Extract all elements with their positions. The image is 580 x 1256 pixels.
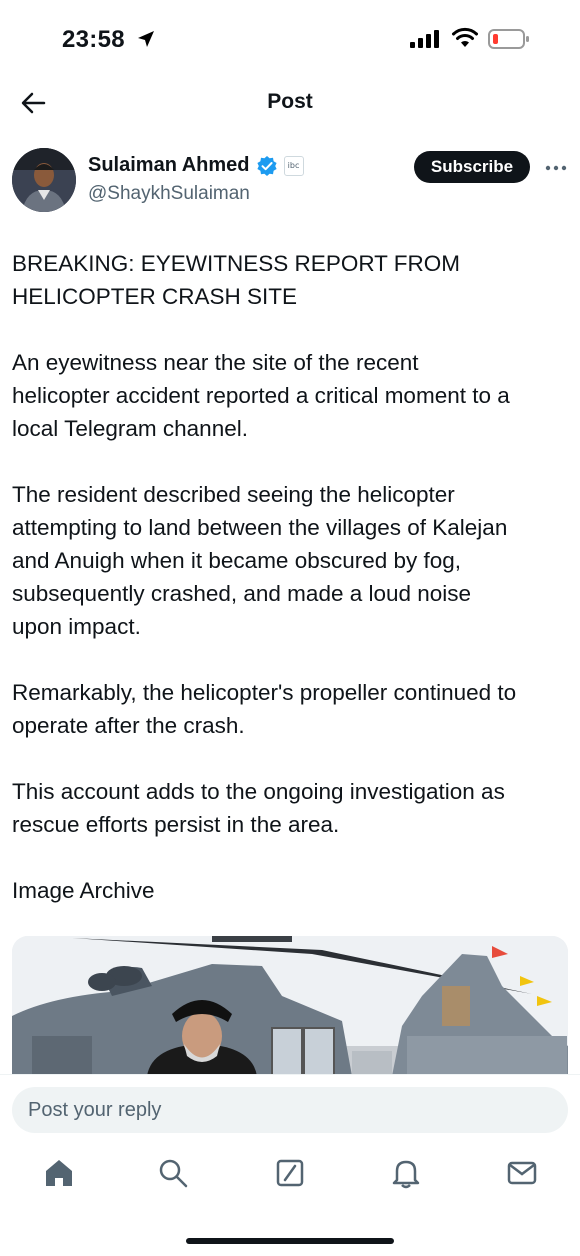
messages-icon[interactable] (505, 1156, 539, 1190)
bottom-nav (0, 1144, 580, 1204)
battery-icon (488, 29, 529, 49)
grok-icon[interactable] (273, 1156, 307, 1190)
post-image[interactable] (12, 936, 568, 1076)
more-options-icon[interactable] (544, 164, 568, 172)
post-paragraph: Remarkably, the helicopter's propeller c… (12, 680, 517, 738)
verified-badge-icon[interactable] (256, 155, 278, 177)
post-text: BREAKING: EYEWITNESS REPORT FROM HELICOP… (12, 247, 572, 940)
helicopter-photo (12, 936, 568, 1076)
home-indicator (186, 1238, 394, 1244)
home-icon[interactable] (42, 1156, 76, 1190)
post-paragraph: The resident described seeing the helico… (12, 482, 508, 639)
wifi-icon (452, 27, 478, 47)
post-paragraph: This account adds to the ongoing investi… (12, 779, 505, 837)
status-bar: 23:58 (0, 0, 580, 80)
subscribe-button[interactable]: Subscribe (414, 151, 530, 183)
post-author: Sulaiman Ahmed ibc @ShaykhSulaiman Subsc… (0, 146, 580, 216)
affiliate-badge[interactable]: ibc (283, 155, 304, 176)
search-icon[interactable] (156, 1156, 190, 1190)
post-header: Post (0, 80, 580, 126)
post-paragraph: An eyewitness near the site of the recen… (12, 350, 510, 441)
status-time: 23:58 (62, 26, 125, 53)
reply-input[interactable] (12, 1087, 568, 1133)
display-name[interactable]: Sulaiman Ahmed (88, 154, 250, 177)
post-paragraph: BREAKING: EYEWITNESS REPORT FROM HELICOP… (12, 251, 460, 309)
user-handle[interactable]: @ShaykhSulaiman (88, 183, 250, 205)
notifications-icon[interactable] (389, 1156, 423, 1190)
avatar[interactable] (12, 148, 76, 212)
display-name-row: Sulaiman Ahmed ibc (88, 154, 304, 177)
page-title: Post (267, 90, 313, 113)
post-paragraph: Image Archive (12, 878, 155, 903)
location-arrow-icon (138, 31, 154, 47)
avatar-image (12, 148, 76, 212)
cellular-signal-icon (410, 30, 439, 48)
